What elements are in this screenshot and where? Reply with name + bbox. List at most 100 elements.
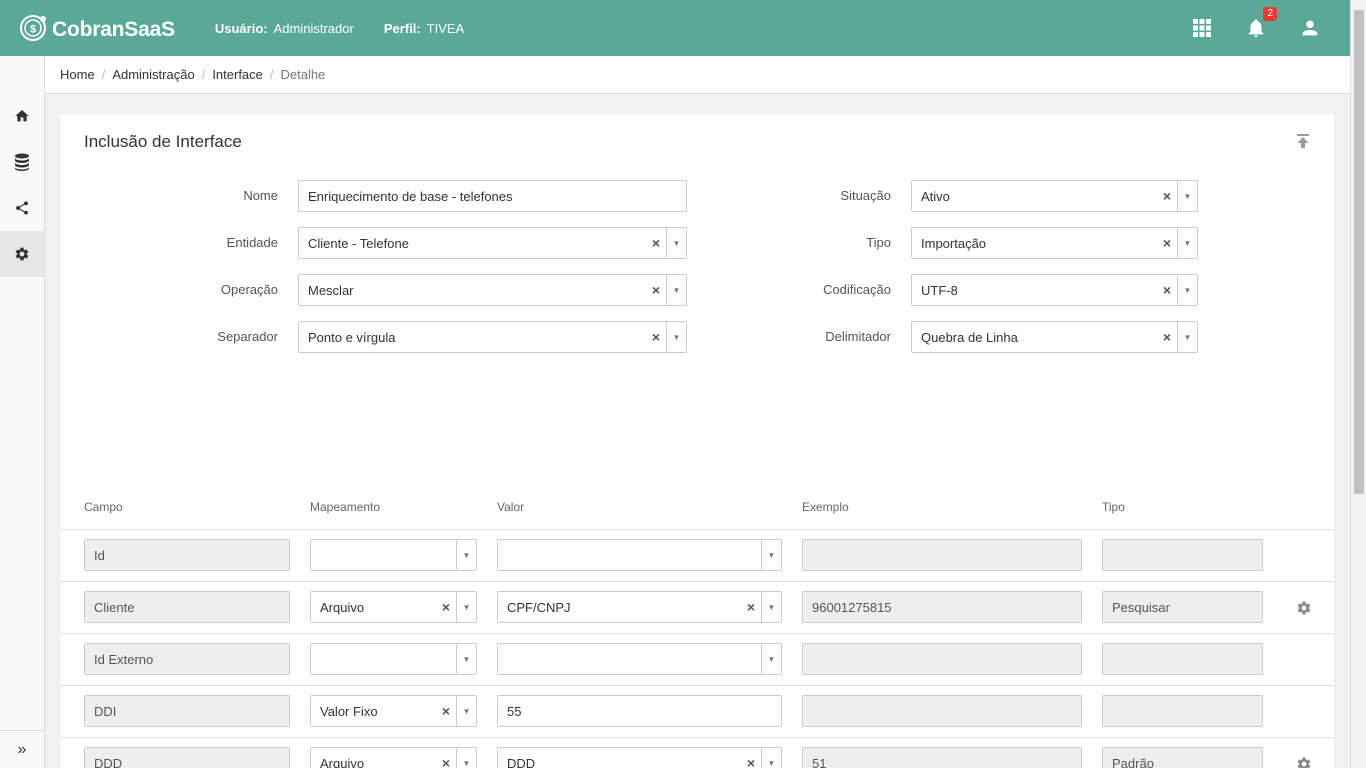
chevron-down-icon[interactable]: ▼	[1177, 275, 1197, 305]
codificacao-label: Codificação	[823, 282, 891, 297]
delimitador-select[interactable]: Quebra de Linha × ▼	[911, 321, 1198, 353]
brand[interactable]: $ CobranSaaS	[19, 13, 175, 43]
valor-input[interactable]: 55	[497, 695, 782, 727]
valor-select[interactable]: DDD × ▼	[497, 747, 782, 768]
chevron-down-icon[interactable]: ▼	[1177, 228, 1197, 258]
chevron-down-icon[interactable]: ▼	[456, 748, 476, 768]
mapeamento-select[interactable]: Arquivo × ▼	[310, 591, 477, 623]
table-row: DDI Valor Fixo × ▼ 55	[60, 686, 1334, 738]
notifications-badge: 2	[1263, 7, 1277, 21]
operacao-select[interactable]: Mesclar × ▼	[298, 274, 687, 306]
row-settings-gear-icon[interactable]	[1296, 756, 1312, 768]
breadcrumb-interface[interactable]: Interface	[212, 67, 263, 82]
user-label: Usuário:	[214, 20, 268, 36]
breadcrumb-current: Detalhe	[280, 67, 326, 82]
gear-icon	[15, 247, 29, 261]
breadcrumb: Home / Administração / Interface / Detal…	[45, 56, 1350, 94]
tipo-field: Padrão	[1102, 747, 1263, 768]
campo-field: Cliente	[84, 591, 290, 623]
sidebar-item-home[interactable]	[0, 93, 44, 139]
tipo-select[interactable]: Importação × ▼	[911, 227, 1198, 259]
sidebar-item-settings[interactable]	[0, 231, 44, 277]
clear-icon[interactable]: ×	[436, 703, 456, 719]
nome-label: Nome	[243, 188, 278, 203]
entidade-select[interactable]: Cliente - Telefone × ▼	[298, 227, 687, 259]
valor-select[interactable]: ▼	[497, 643, 782, 675]
separador-label: Separador	[217, 329, 278, 344]
codificacao-select[interactable]: UTF-8 × ▼	[911, 274, 1198, 306]
sidebar-item-share[interactable]	[0, 185, 44, 231]
chevron-down-icon[interactable]: ▼	[456, 696, 476, 726]
chevron-down-icon[interactable]: ▼	[666, 228, 686, 258]
chevron-down-icon[interactable]: ▼	[1177, 322, 1197, 352]
col-tipo: Tipo	[1102, 500, 1125, 514]
chevron-down-icon[interactable]: ▼	[666, 275, 686, 305]
valor-select[interactable]: CPF/CNPJ × ▼	[497, 591, 782, 623]
chevron-down-icon[interactable]: ▼	[456, 644, 476, 674]
user-value: Administrador	[273, 20, 354, 36]
mapeamento-select[interactable]: ▼	[310, 643, 477, 675]
mapeamento-select[interactable]: Valor Fixo × ▼	[310, 695, 477, 727]
tipo-field	[1102, 643, 1263, 675]
breadcrumb-administracao[interactable]: Administração	[112, 67, 194, 82]
scrollbar-thumb[interactable]	[1354, 10, 1364, 494]
campo-field: DDI	[84, 695, 290, 727]
table-row: DDD Arquivo × ▼ DDD × ▼ 51 Padrão	[60, 738, 1334, 768]
page-title: Inclusão de Interface	[84, 132, 242, 151]
col-exemplo: Exemplo	[802, 500, 849, 514]
apps-grid-icon[interactable]	[1190, 16, 1214, 40]
chevron-down-icon[interactable]: ▼	[456, 540, 476, 570]
tipo-field: Pesquisar	[1102, 591, 1263, 623]
mapping-table-header: Campo Mapeamento Valor Exemplo Tipo	[60, 492, 1334, 530]
clear-icon[interactable]: ×	[436, 599, 456, 615]
breadcrumb-home[interactable]: Home	[60, 67, 95, 82]
notifications-bell-icon[interactable]: 2	[1244, 7, 1277, 40]
chevron-down-icon[interactable]: ▼	[1177, 181, 1197, 211]
row-settings-gear-icon[interactable]	[1296, 600, 1312, 616]
database-icon	[15, 153, 29, 171]
nome-input[interactable]: Enriquecimento de base - telefones	[298, 180, 687, 212]
sidebar-expand-button[interactable]: »	[0, 730, 44, 768]
exemplo-field	[802, 539, 1082, 571]
collapse-up-icon[interactable]	[1294, 132, 1312, 150]
chevron-down-icon[interactable]: ▼	[761, 748, 781, 768]
clear-icon[interactable]: ×	[1157, 282, 1177, 298]
clear-icon[interactable]: ×	[1157, 188, 1177, 204]
clear-icon[interactable]: ×	[646, 282, 666, 298]
header-info: Usuário: Administrador Perfil: TIVEA	[215, 21, 494, 36]
mapeamento-select[interactable]: ▼	[310, 539, 477, 571]
mapeamento-select[interactable]: Arquivo × ▼	[310, 747, 477, 768]
exemplo-field	[802, 643, 1082, 675]
profile-label: Perfil:	[383, 20, 421, 36]
profile-value: TIVEA	[426, 20, 465, 36]
table-row: Id ▼ ▼	[60, 530, 1334, 582]
user-account-icon[interactable]	[1298, 16, 1322, 40]
clear-icon[interactable]: ×	[1157, 235, 1177, 251]
clear-icon[interactable]: ×	[436, 755, 456, 768]
valor-select[interactable]: ▼	[497, 539, 782, 571]
situacao-label: Situação	[840, 188, 891, 203]
top-navbar: $ CobranSaaS Usuário: Administrador Perf…	[0, 0, 1350, 56]
clear-icon[interactable]: ×	[646, 235, 666, 251]
operacao-label: Operação	[220, 282, 278, 297]
situacao-select[interactable]: Ativo × ▼	[911, 180, 1198, 212]
chevron-down-icon[interactable]: ▼	[761, 540, 781, 570]
chevron-down-icon[interactable]: ▼	[761, 644, 781, 674]
tipo-field	[1102, 695, 1263, 727]
clear-icon[interactable]: ×	[741, 755, 761, 768]
share-icon	[16, 201, 28, 215]
tipo-label: Tipo	[866, 235, 891, 250]
col-mapeamento: Mapeamento	[310, 500, 381, 514]
chevron-down-icon[interactable]: ▼	[456, 592, 476, 622]
entidade-label: Entidade	[226, 235, 278, 250]
campo-field: Id	[84, 539, 290, 571]
clear-icon[interactable]: ×	[1157, 329, 1177, 345]
page-scrollbar[interactable]	[1350, 0, 1366, 768]
chevron-down-icon[interactable]: ▼	[666, 322, 686, 352]
exemplo-field	[802, 695, 1082, 727]
clear-icon[interactable]: ×	[646, 329, 666, 345]
clear-icon[interactable]: ×	[741, 599, 761, 615]
sidebar-item-database[interactable]	[0, 139, 44, 185]
chevron-down-icon[interactable]: ▼	[761, 592, 781, 622]
separador-select[interactable]: Ponto e vírgula × ▼	[298, 321, 687, 353]
